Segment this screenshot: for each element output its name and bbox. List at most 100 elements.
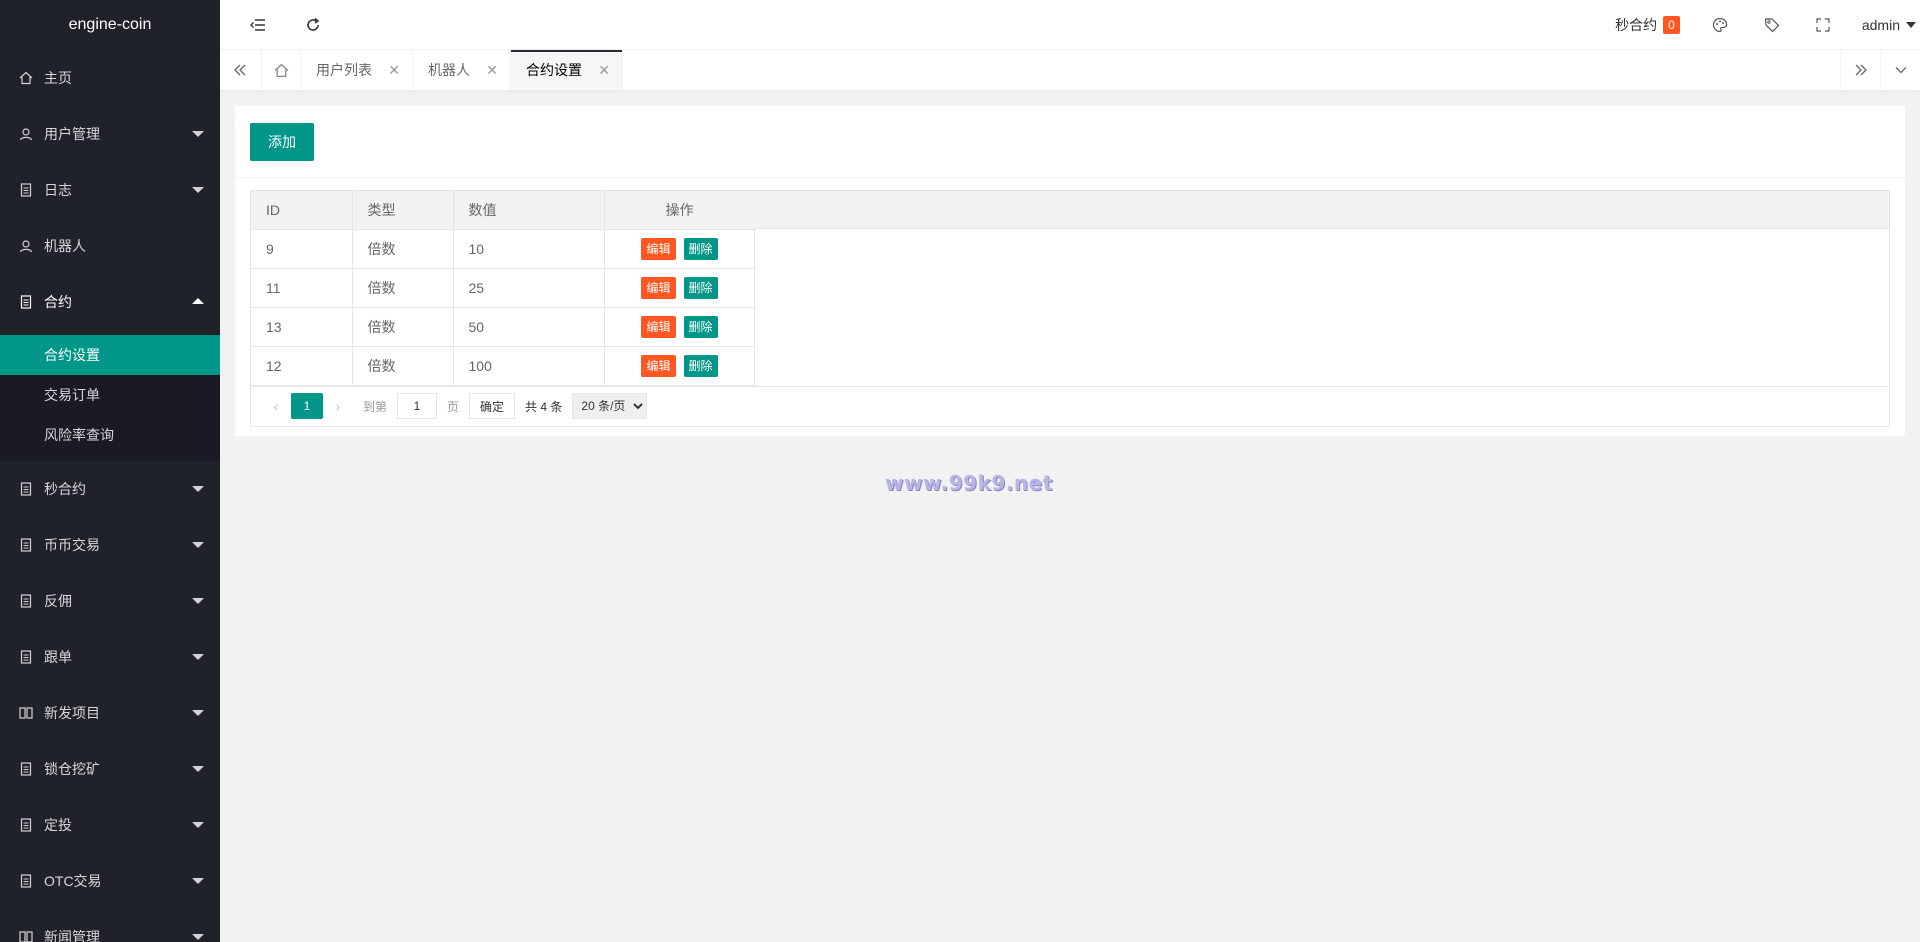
refresh-icon[interactable] (293, 0, 333, 50)
sidebar-item-home[interactable]: 主页 (0, 50, 220, 106)
sidebar-item-new-projects[interactable]: 新发项目 (0, 685, 220, 741)
page-tabs: 用户列表 ✕ 机器人 ✕ 合约设置 ✕ (220, 50, 1920, 91)
sidebar-item-news[interactable]: 新闻管理 (0, 909, 220, 942)
delete-button[interactable]: 删除 (683, 315, 718, 338)
tab-user-list[interactable]: 用户列表 ✕ (301, 50, 413, 90)
tab-label: 合约设置 (526, 62, 582, 78)
edit-button[interactable]: 编辑 (641, 237, 676, 260)
menu-toggle-icon[interactable] (238, 0, 278, 50)
page-label: 页 (447, 399, 460, 414)
book-icon (18, 909, 34, 942)
cell-value: 100 (453, 346, 605, 386)
cell-id: 12 (251, 346, 353, 386)
column-header-type[interactable]: 类型 (352, 191, 454, 230)
edit-button[interactable]: 编辑 (641, 315, 676, 338)
tag-icon[interactable] (1746, 0, 1798, 50)
delete-button[interactable]: 删除 (683, 237, 718, 260)
sidebar-item-label: 秒合约 (44, 481, 86, 497)
table-header-filler (754, 191, 1889, 229)
sidebar-item-label: 币币交易 (44, 537, 100, 553)
doc-icon (18, 274, 34, 330)
caret-down-icon (192, 934, 204, 940)
caret-down-icon (192, 542, 204, 548)
user-menu[interactable]: admin (1848, 0, 1920, 50)
table: ID 类型 数值 操作 9 倍数 10 编辑删除 11 倍数 25 编辑删除 (251, 191, 756, 386)
cell-actions: 编辑 删除 (604, 229, 756, 269)
edit-button[interactable]: 编辑 (641, 276, 676, 299)
doc-icon (18, 162, 34, 218)
sidebar-item-second-contract[interactable]: 秒合约 (0, 461, 220, 517)
sidebar-item-copy-trading[interactable]: 跟单 (0, 629, 220, 685)
second-contract-label: 秒合约 (1615, 17, 1658, 33)
edit-button[interactable]: 编辑 (641, 354, 676, 377)
close-icon[interactable]: ✕ (598, 50, 610, 90)
book-icon (18, 685, 34, 741)
sidebar-item-otc-trading[interactable]: OTC交易 (0, 853, 220, 909)
data-table: ID 类型 数值 操作 9 倍数 10 编辑删除 11 倍数 25 编辑删除 (250, 190, 1890, 427)
column-header-value[interactable]: 数值 (453, 191, 605, 230)
confirm-page-button[interactable]: 确定 (469, 393, 516, 419)
add-button[interactable]: 添加 (250, 123, 314, 161)
delete-button[interactable]: 删除 (683, 276, 718, 299)
sidebar-item-spot-trading[interactable]: 币币交易 (0, 517, 220, 573)
sidebar-item-label: 新发项目 (44, 705, 100, 721)
cell-type: 倍数 (352, 346, 454, 386)
sidebar-item-label: 锁仓挖矿 (44, 761, 100, 777)
home-tab-icon[interactable] (261, 50, 301, 90)
caret-up-icon (192, 298, 204, 304)
sidebar-item-robot[interactable]: 机器人 (0, 218, 220, 274)
goto-page-input[interactable] (397, 393, 438, 419)
close-icon[interactable]: ✕ (486, 50, 498, 90)
next-page-icon[interactable]: › (323, 398, 353, 414)
caret-down-icon (192, 187, 204, 193)
goto-label: 到第 (363, 399, 388, 414)
tabs-scroll-right-icon[interactable] (1840, 50, 1880, 90)
sidebar-item-user-management[interactable]: 用户管理 (0, 106, 220, 162)
sidebar-item-contract[interactable]: 合约 (0, 274, 220, 330)
doc-icon (18, 741, 34, 797)
table-row: 13 倍数 50 编辑 删除 (251, 307, 756, 347)
cell-actions: 编辑 删除 (604, 307, 756, 347)
sidebar-subitem-contract-settings[interactable]: 合约设置 (0, 335, 220, 375)
current-page[interactable]: 1 (291, 393, 323, 419)
sidebar-item-label: 机器人 (44, 238, 86, 254)
second-contract-notice[interactable]: 秒合约 0 (1601, 0, 1694, 50)
sidebar-item-label: 跟单 (44, 649, 72, 665)
table-header-row: ID 类型 数值 操作 (251, 191, 756, 230)
cell-actions: 编辑 删除 (604, 346, 756, 386)
sidebar-item-fixed-investment[interactable]: 定投 (0, 797, 220, 853)
close-icon[interactable]: ✕ (388, 50, 400, 90)
user-icon (18, 218, 34, 274)
delete-button[interactable]: 删除 (683, 354, 718, 377)
sidebar-item-logs[interactable]: 日志 (0, 162, 220, 218)
fullscreen-icon[interactable] (1798, 0, 1848, 50)
prev-page-icon[interactable]: ‹ (261, 398, 291, 414)
pagination: ‹ 1 › 到第 页 确定 共 4 条 20 条/页 (251, 385, 1889, 426)
cell-id: 9 (251, 229, 353, 269)
sidebar-subitem-trade-orders[interactable]: 交易订单 (0, 375, 220, 415)
sidebar-item-rebate[interactable]: 反佣 (0, 573, 220, 629)
top-header: 秒合约 0 admin (220, 0, 1920, 50)
sidebar-item-label: OTC交易 (44, 873, 102, 889)
doc-icon (18, 797, 34, 853)
page-size-select[interactable]: 20 条/页 (572, 393, 648, 419)
table-empty-area (754, 229, 1889, 385)
sidebar-item-label: 新闻管理 (44, 929, 100, 942)
sidebar-subitem-risk-query[interactable]: 风险率查询 (0, 415, 220, 455)
tabs-menu-chevron-down-icon[interactable] (1880, 50, 1920, 90)
theme-icon[interactable] (1694, 0, 1746, 50)
sidebar-item-lock-mining[interactable]: 锁仓挖矿 (0, 741, 220, 797)
doc-icon (18, 517, 34, 573)
contract-subnav: 合约设置 交易订单 风险率查询 (0, 335, 220, 461)
caret-down-icon (192, 878, 204, 884)
table-row: 11 倍数 25 编辑 删除 (251, 268, 756, 308)
sidebar-item-label: 合约 (44, 294, 72, 310)
sidebar: engine-coin 主页 用户管理 日志 机器人 合约 合约设置 交易订单 … (0, 0, 220, 942)
column-header-id[interactable]: ID (251, 191, 353, 230)
cell-type: 倍数 (352, 268, 454, 308)
cell-type: 倍数 (352, 229, 454, 269)
tab-robot[interactable]: 机器人 ✕ (413, 50, 511, 90)
tabs-scroll-left-icon[interactable] (220, 50, 260, 90)
second-contract-badge: 0 (1663, 16, 1680, 34)
tab-contract-settings[interactable]: 合约设置 ✕ (511, 50, 623, 90)
